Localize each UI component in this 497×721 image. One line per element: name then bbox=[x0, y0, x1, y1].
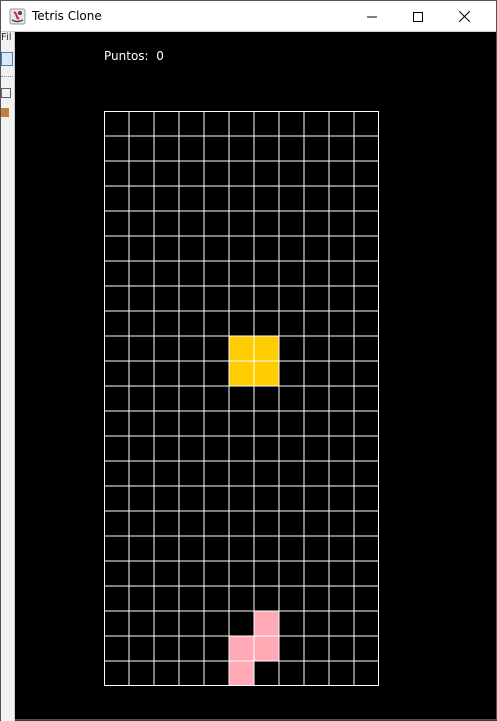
background-file-icon bbox=[1, 108, 9, 117]
close-button[interactable] bbox=[441, 1, 487, 32]
background-menu-fragment: Fil bbox=[1, 32, 12, 43]
score-display: Puntos: 0 bbox=[104, 49, 164, 63]
landed-s-piece-block bbox=[254, 636, 279, 661]
java-app-icon bbox=[9, 8, 26, 25]
background-tree-icon bbox=[1, 88, 11, 98]
landed-s-piece-block bbox=[229, 661, 254, 686]
falling-o-piece-block bbox=[254, 336, 279, 361]
minimize-button[interactable] bbox=[349, 1, 395, 32]
falling-o-piece-block bbox=[229, 336, 254, 361]
window-title: Tetris Clone bbox=[32, 9, 102, 23]
landed-s-piece-block bbox=[229, 636, 254, 661]
falling-o-piece-block bbox=[229, 361, 254, 386]
falling-o-piece-block bbox=[254, 361, 279, 386]
board-background bbox=[104, 111, 379, 686]
score-value: 0 bbox=[156, 49, 164, 63]
minimize-icon bbox=[367, 16, 377, 17]
background-window-strip: Fil bbox=[1, 32, 15, 721]
background-separator bbox=[1, 76, 13, 77]
title-bar[interactable]: Tetris Clone bbox=[1, 1, 496, 32]
score-label: Puntos: bbox=[104, 49, 149, 63]
maximize-button[interactable] bbox=[395, 1, 441, 32]
close-icon bbox=[458, 11, 470, 22]
game-window: Tetris Clone Fil Puntos: 0 bbox=[0, 0, 497, 721]
maximize-icon bbox=[413, 11, 423, 22]
game-board[interactable] bbox=[104, 111, 379, 686]
landed-s-piece-block bbox=[254, 611, 279, 636]
background-toolbar-icon bbox=[1, 52, 13, 66]
